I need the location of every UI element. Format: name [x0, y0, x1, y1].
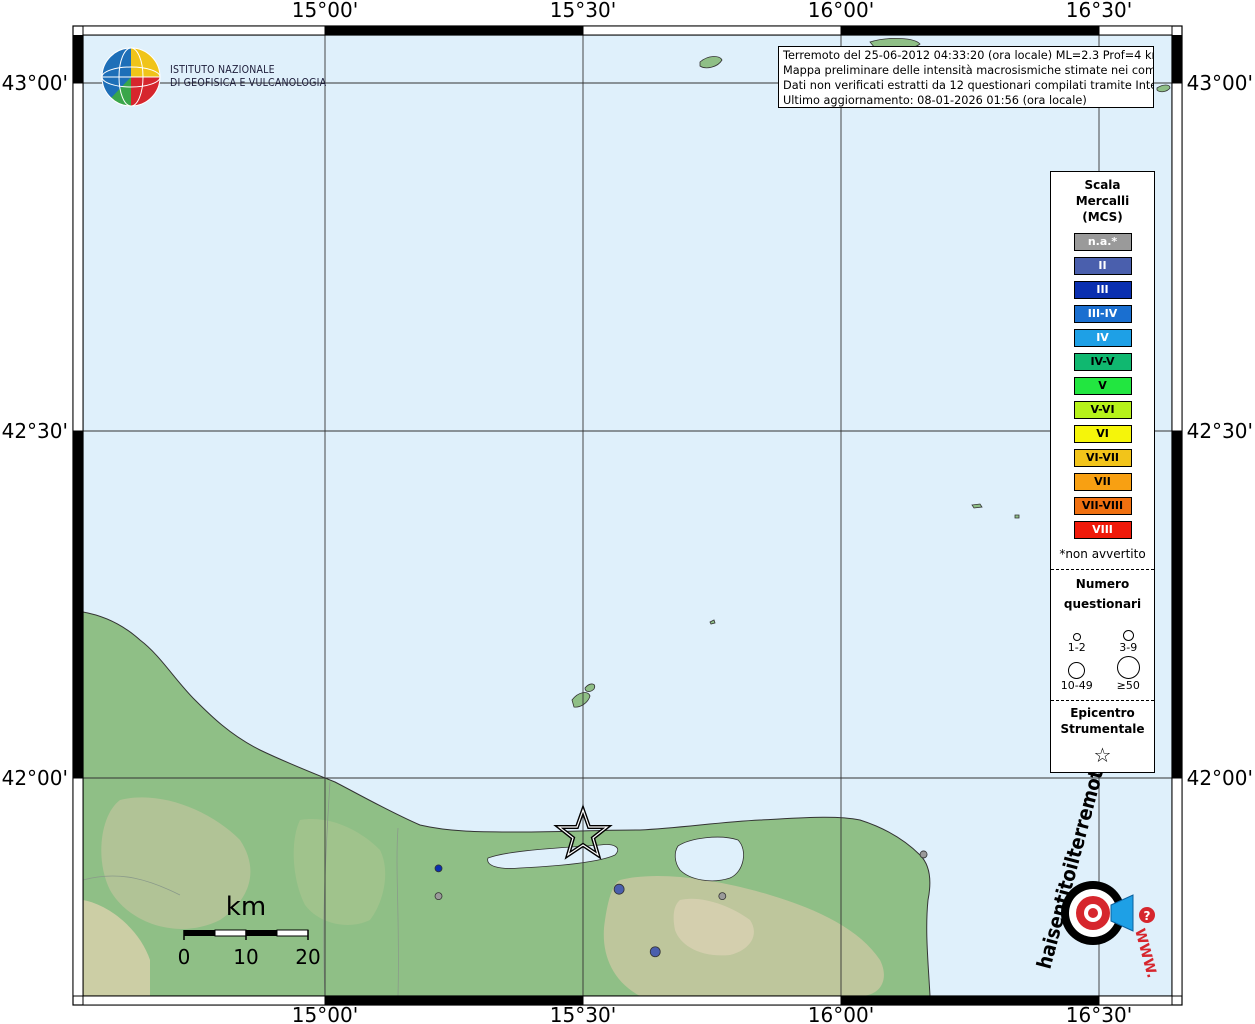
mcs-scale-item: IV — [1073, 329, 1132, 347]
ingv-logo-icon — [101, 47, 161, 107]
observation-point — [718, 892, 727, 901]
count-item: 3-9 — [1103, 616, 1155, 654]
mcs-scale-item: II — [1073, 257, 1132, 275]
svg-text:?: ? — [1144, 909, 1151, 923]
epicenter-title-line: Strumentale — [1060, 722, 1145, 736]
ring-icon — [1068, 662, 1086, 679]
mcs-scale-item: IV-V — [1073, 353, 1132, 371]
lat-label-right: 42°00' — [1187, 766, 1253, 790]
info-line-updated: Ultimo aggiornamento: 08-01-2026 01:56 (… — [783, 94, 1087, 107]
lat-label-right: 43°00' — [1187, 71, 1253, 95]
count-title-line: questionari — [1063, 597, 1142, 611]
lat-label-left: 42°00' — [2, 766, 68, 790]
scale-tick: 10 — [233, 945, 258, 969]
mcs-scale-item: VI — [1073, 425, 1132, 443]
lon-label-top: 16°00' — [808, 0, 874, 22]
info-line-source: Dati non verificati estratti da 12 quest… — [783, 79, 1154, 92]
lat-label-left: 43°00' — [2, 71, 68, 95]
mcs-scale-item: VII — [1073, 473, 1132, 491]
legend-title-line: Mercalli — [1075, 194, 1130, 208]
count-item: 1-2 — [1051, 616, 1103, 654]
legend: Scala Mercalli (MCS) n.a.* II III III-IV IV I… — [1050, 171, 1155, 773]
ring-icon — [1072, 633, 1081, 641]
scale-unit: km — [226, 892, 266, 922]
mcs-scale-item: VI-VII — [1073, 449, 1132, 467]
mcs-scale-item: n.a.* — [1073, 233, 1132, 251]
info-line-description: Mappa preliminare delle intensità macros… — [783, 64, 1154, 77]
observation-point — [613, 883, 625, 895]
count-label: 1-2 — [1067, 641, 1086, 654]
count-item: ≥50 — [1103, 654, 1155, 692]
lon-label-bottom: 16°30' — [1066, 1003, 1132, 1024]
epicenter-star-icon: ☆ — [1093, 743, 1112, 767]
ring-icon — [1122, 630, 1134, 641]
ingv-line2: DI GEOFISICA E VULCANOLOGIA — [170, 77, 327, 89]
observation-point — [919, 850, 928, 859]
lon-label-top: 15°30' — [550, 0, 616, 22]
count-item: 10-49 — [1051, 654, 1103, 692]
scale-tick: 20 — [295, 945, 320, 969]
count-size-grid: 1-2 3-9 10-49 ≥50 — [1051, 616, 1154, 692]
observation-point — [434, 864, 443, 873]
count-label: ≥50 — [1116, 679, 1140, 692]
mcs-scale-item: VII-VIII — [1073, 497, 1132, 515]
lat-label-right: 42°30' — [1187, 419, 1253, 443]
lat-label-left: 42°30' — [2, 419, 68, 443]
mcs-scale-item: V-VI — [1073, 401, 1132, 419]
mcs-scale-item: VIII — [1073, 521, 1132, 539]
lon-label-top: 15°00' — [292, 0, 358, 22]
legend-title: Scala Mercalli (MCS) — [1051, 177, 1154, 225]
legend-note: *non avvertito — [1059, 547, 1146, 561]
lon-label-bottom: 16°00' — [808, 1003, 874, 1024]
ring-icon — [1116, 656, 1140, 679]
epicenter-title: Epicentro Strumentale — [1051, 705, 1154, 737]
count-title: Numero questionari — [1051, 574, 1154, 614]
info-line-event: Terremoto del 25-06-2012 04:33:20 (ora l… — [783, 49, 1154, 62]
ingv-line1: ISTITUTO NAZIONALE — [170, 64, 275, 76]
mcs-scale-item: III — [1073, 281, 1132, 299]
lon-label-bottom: 15°00' — [292, 1003, 358, 1024]
earthquake-info-box: Terremoto del 25-06-2012 04:33:20 (ora l… — [778, 46, 1154, 108]
mcs-scale-item: V — [1073, 377, 1132, 395]
mcs-scale-item: III-IV — [1073, 305, 1132, 323]
ingv-logo-text: ISTITUTO NAZIONALE DI GEOFISICA E VULCAN… — [170, 64, 326, 90]
observation-point — [434, 892, 443, 901]
legend-title-line: Scala — [1084, 178, 1121, 192]
legend-title-line: (MCS) — [1082, 210, 1123, 224]
count-title-line: Numero — [1075, 577, 1130, 591]
lon-label-bottom: 15°30' — [550, 1003, 616, 1024]
count-label: 10-49 — [1060, 679, 1093, 692]
legend-divider — [1051, 700, 1154, 701]
lon-label-top: 16°30' — [1066, 0, 1132, 22]
mcs-scale-list: n.a.* II III III-IV IV IV-V V V-VI VI VI-VII VII VI… — [1051, 233, 1154, 539]
scale-tick: 0 — [178, 945, 191, 969]
legend-divider — [1051, 569, 1154, 570]
count-label: 3-9 — [1119, 641, 1138, 654]
lake-varano — [674, 836, 744, 882]
observation-point — [649, 946, 661, 958]
epicenter-title-line: Epicentro — [1070, 706, 1135, 720]
